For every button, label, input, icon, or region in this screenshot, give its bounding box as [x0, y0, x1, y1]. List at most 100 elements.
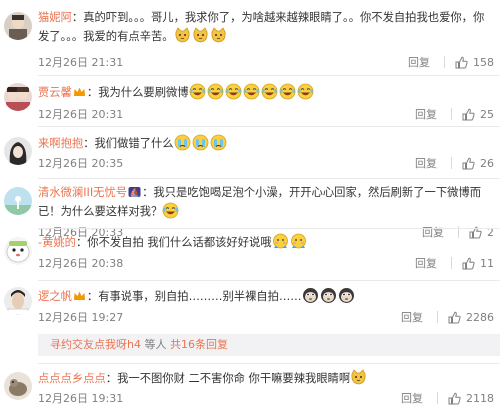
avatar[interactable]	[4, 83, 32, 111]
like-count: 11	[480, 256, 494, 270]
divider	[451, 157, 452, 169]
comment-actions: 回复 2118	[401, 390, 494, 406]
emoji-row	[350, 369, 368, 386]
comment-text: 猫妮阿：真的吓到。。。哥儿，我求你了，为啥越来越辣眼睛了。。你不发自拍我也爱你，…	[38, 11, 485, 44]
comment-text: 来啊抱抱：我们做错了什么	[38, 134, 494, 153]
comment-text: 贾云馨 ：我为什么要刷微博	[38, 83, 494, 102]
comment-actions: 回复 158	[408, 54, 494, 70]
sub-reply-summary[interactable]: 寻约交友点我呀h4 等人 共16条回复	[38, 334, 500, 356]
timestamp: 12月26日 20:31	[38, 108, 124, 121]
divider	[437, 311, 438, 323]
comment-body: 逻之帆 ：有事说事，别自拍………别半裸自拍……	[38, 287, 494, 306]
emoji-row	[174, 134, 228, 151]
timestamp: 12月26日 19:27	[38, 311, 124, 324]
comment-actions: 回复 11	[415, 255, 494, 271]
comment-item: 点点点乡点点：我一不图你财 二不害你命 你干嘛要辣我眼睛啊 12月26日 19:…	[0, 364, 500, 408]
emoji-row	[302, 287, 356, 304]
comment-body: 猫妮阿：真的吓到。。。哥儿，我求你了，为啥越来越辣眼睛了。。你不发自拍我也爱你，…	[38, 8, 494, 46]
comment-meta: 12月26日 21:31 回复 158	[38, 54, 494, 70]
like-count: 2118	[466, 391, 494, 405]
crying-emoji-icon	[174, 134, 191, 151]
avatar[interactable]	[4, 187, 32, 215]
comment-actions: 回复 2286	[401, 309, 494, 325]
laugh-cry-emoji-icon	[261, 83, 278, 100]
emoji-row	[272, 233, 308, 250]
comment-actions: 回复 25	[415, 106, 494, 122]
avatar[interactable]	[4, 12, 32, 40]
reply-button[interactable]: 回复	[408, 54, 430, 70]
cat-face-emoji-icon	[174, 27, 191, 44]
vip-crown-icon	[73, 289, 86, 301]
user-name[interactable]: 来啊抱抱	[38, 137, 83, 150]
thumbs-up-icon	[455, 56, 468, 68]
view-all-replies-link[interactable]: 共16条回复	[170, 338, 228, 351]
like-button[interactable]: 2286	[448, 311, 494, 324]
thumbs-up-icon	[448, 392, 461, 404]
comment-body: 清水微澜III无忧号 ⛵ ：我只是吃饱喝足泡个小澡，开开心心回家，然后刷新了一下微博…	[38, 183, 494, 221]
like-button[interactable]: 25	[462, 108, 494, 121]
svg-text:⛵: ⛵	[130, 187, 140, 197]
cat-face-emoji-icon	[192, 27, 209, 44]
reply-button[interactable]: 回复	[401, 390, 423, 406]
user-name[interactable]: -黄姚的	[38, 236, 76, 249]
monkey-emoji-icon	[302, 287, 319, 304]
thumbs-up-icon	[462, 257, 475, 269]
laugh-cry-emoji-icon	[207, 83, 224, 100]
user-name[interactable]: 猫妮阿	[38, 11, 72, 24]
like-count: 2286	[466, 310, 494, 324]
thumbs-up-icon	[448, 311, 461, 323]
comment-body: 来啊抱抱：我们做错了什么	[38, 134, 494, 153]
comment-item: 逻之帆 ：有事说事，别自拍………别半裸自拍…… 12月26日 19:27 回复 2…	[0, 281, 500, 364]
like-button[interactable]: 11	[462, 257, 494, 270]
shy-emoji-icon	[272, 233, 289, 250]
user-name[interactable]: 逻之帆	[38, 290, 72, 303]
avatar[interactable]	[4, 287, 32, 315]
laugh-cry-emoji-icon	[162, 202, 179, 219]
thumbs-up-icon	[462, 157, 475, 169]
avatar[interactable]	[4, 237, 32, 265]
comment-item: 清水微澜III无忧号 ⛵ ：我只是吃饱喝足泡个小澡，开开心心回家，然后刷新了一下微博…	[0, 179, 500, 239]
cat-face-emoji-icon	[350, 369, 367, 386]
timestamp: 12月26日 20:38	[38, 257, 124, 270]
comment-body: -黄姚的：你不发自拍 我们什么话都该好好说哦	[38, 233, 494, 252]
divider	[437, 392, 438, 404]
timestamp: 12月26日 21:31	[38, 56, 124, 69]
monkey-emoji-icon	[338, 287, 355, 304]
comment-body: 点点点乡点点：我一不图你财 二不害你命 你干嘛要辣我眼睛啊	[38, 369, 494, 388]
cat-face-emoji-icon	[210, 27, 227, 44]
crying-emoji-icon	[192, 134, 209, 151]
emoji-row	[162, 202, 180, 219]
avatar[interactable]	[4, 372, 32, 400]
crying-emoji-icon	[210, 134, 227, 151]
reply-button[interactable]: 回复	[415, 255, 437, 271]
member-badge-icon: ⛵	[128, 185, 141, 197]
like-button[interactable]: 158	[455, 56, 494, 69]
comment-text: 逻之帆 ：有事说事，别自拍………别半裸自拍……	[38, 287, 494, 306]
comment-meta: 12月26日 20:35 回复 26	[38, 155, 494, 171]
user-name[interactable]: 点点点乡点点	[38, 372, 106, 385]
user-name[interactable]: 清水微澜III无忧号	[38, 186, 127, 199]
shy-emoji-icon	[290, 233, 307, 250]
reply-button[interactable]: 回复	[401, 309, 423, 325]
comment-body: 贾云馨 ：我为什么要刷微博	[38, 83, 494, 102]
avatar[interactable]	[4, 137, 32, 165]
sub-reply-user[interactable]: 寻约交友点我呀h4	[50, 338, 141, 351]
reply-button[interactable]: 回复	[415, 106, 437, 122]
timestamp: 12月26日 19:31	[38, 392, 124, 405]
emoji-row	[189, 83, 315, 100]
comment-item: -黄姚的：你不发自拍 我们什么话都该好好说哦 12月26日 20:38 回复 1…	[0, 229, 500, 281]
divider	[451, 108, 452, 120]
comment-text: 点点点乡点点：我一不图你财 二不害你命 你干嘛要辣我眼睛啊	[38, 369, 494, 388]
reply-button[interactable]: 回复	[415, 155, 437, 171]
laugh-cry-emoji-icon	[243, 83, 260, 100]
laugh-cry-emoji-icon	[297, 83, 314, 100]
like-button[interactable]: 26	[462, 157, 494, 170]
monkey-emoji-icon	[320, 287, 337, 304]
user-name[interactable]: 贾云馨	[38, 86, 72, 99]
like-button[interactable]: 2118	[448, 392, 494, 405]
vip-crown-icon	[73, 85, 86, 97]
timestamp: 12月26日 20:35	[38, 157, 124, 170]
divider	[444, 56, 445, 68]
comment-meta: 12月26日 19:27 回复 2286	[38, 309, 494, 325]
like-count: 158	[473, 55, 494, 69]
